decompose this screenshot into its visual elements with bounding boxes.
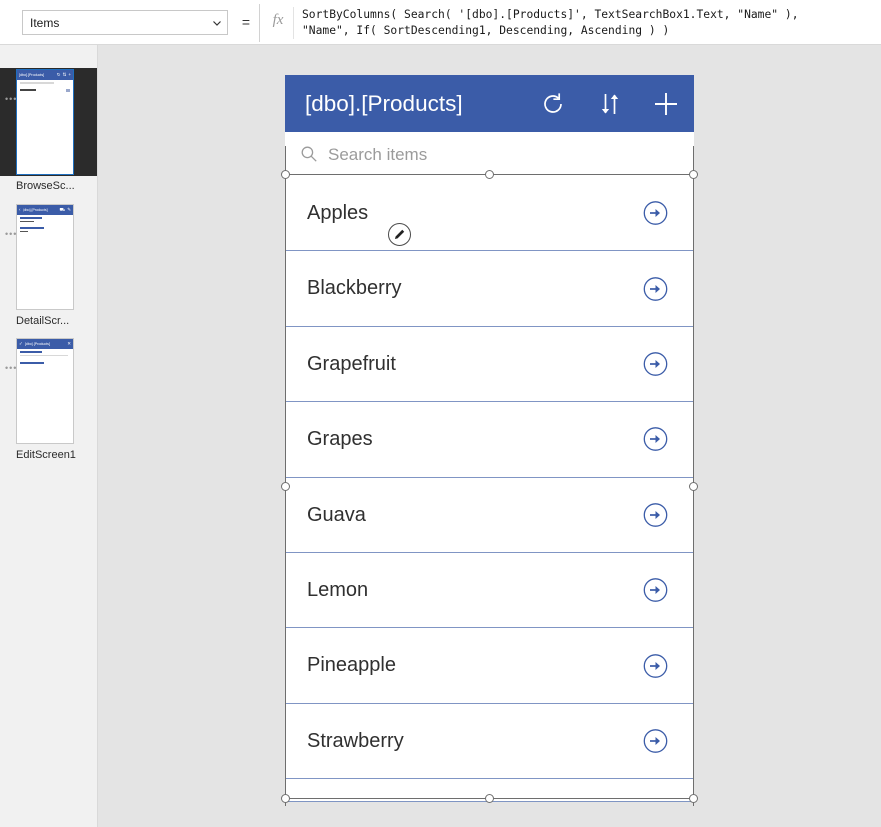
gallery-item-label: Pineapple xyxy=(307,654,396,677)
pencil-circle-icon[interactable] xyxy=(388,223,411,246)
formula-bar: Items = fx SortByColumns( Search( '[dbo]… xyxy=(0,0,881,45)
thumb-header: ✓ [dbo].[Products] ✕ xyxy=(17,339,73,349)
thumb-sort-icon: ⇅ xyxy=(62,72,67,77)
thumb-refresh-icon: ↻ xyxy=(56,72,61,77)
thumb-title: [dbo].[Products] xyxy=(24,342,50,346)
refresh-icon xyxy=(544,93,562,113)
gallery-item[interactable]: Apples xyxy=(286,176,693,252)
thumb-edit-icon: ✎ xyxy=(67,207,71,212)
thumb-trash-icon: ⛟ xyxy=(59,207,66,212)
thumb-header: ‹ [dbo].[Products] ⛟ ✎ xyxy=(17,205,73,215)
gallery-item[interactable]: Pineapple xyxy=(286,628,693,704)
thumb-back-icon: ‹ xyxy=(19,207,21,212)
thumb-field-label xyxy=(20,217,42,219)
resize-handle-top-right[interactable] xyxy=(689,170,698,179)
screen-label-browsescreen: BrowseSc... xyxy=(16,180,75,192)
resize-handle-bottom-center[interactable] xyxy=(485,794,494,803)
thumb-field-label xyxy=(20,362,44,364)
thumb-check-icon: ✓ xyxy=(19,341,23,346)
thumb-body xyxy=(17,215,73,236)
screen-label-editscreen: EditScreen1 xyxy=(16,449,76,461)
thumb-body xyxy=(17,80,73,97)
screen-label-detailscreen: DetailScr... xyxy=(16,315,70,327)
gallery-item-label: Apples xyxy=(307,202,369,224)
gallery-item-label: Guava xyxy=(307,503,366,526)
gallery-item[interactable]: Guava xyxy=(286,478,693,553)
gallery-item-label: Blackberry xyxy=(307,277,402,300)
gallery-item-label: Grapes xyxy=(307,428,373,451)
gallery-item[interactable]: Strawberry xyxy=(286,704,693,780)
arrow-right-circle-icon[interactable] xyxy=(643,276,668,301)
resize-handle-bottom-left[interactable] xyxy=(281,794,290,803)
arrow-right-circle-icon[interactable] xyxy=(643,653,668,678)
sort-icon xyxy=(601,94,619,114)
arrow-right-circle-icon[interactable] xyxy=(643,351,668,376)
thumb-cancel-icon: ✕ xyxy=(67,341,71,346)
selection-border-left xyxy=(285,146,286,806)
pencil-icon xyxy=(394,229,405,240)
phone-frame: [dbo].[Products] Search items Apples Bla… xyxy=(285,75,694,802)
gallery[interactable]: Apples Blackberry Grapefruit Grapes Guav… xyxy=(285,176,694,802)
equals-sign: = xyxy=(241,14,251,30)
arrow-right-circle-icon[interactable] xyxy=(643,728,668,753)
thumb-body xyxy=(17,349,73,368)
screens-pane: ••• [dbo].[Products] ↻ ⇅ + BrowseSc... •… xyxy=(0,45,98,827)
app-header: [dbo].[Products] xyxy=(285,75,694,132)
property-select-label: Items xyxy=(30,15,60,30)
add-button[interactable] xyxy=(652,90,680,118)
gallery-item-label: Strawberry xyxy=(307,729,404,752)
screen-thumbnail-editscreen[interactable]: ✓ [dbo].[Products] ✕ xyxy=(16,338,74,444)
arrow-right-circle-icon[interactable] xyxy=(643,427,668,452)
search-icon xyxy=(301,146,317,162)
selection-border-right xyxy=(693,146,694,806)
formula-input-area[interactable]: fx SortByColumns( Search( '[dbo].[Produc… xyxy=(259,4,881,42)
plus-icon xyxy=(655,93,677,115)
app-title: [dbo].[Products] xyxy=(305,91,463,116)
gallery-item[interactable]: Blackberry xyxy=(286,251,693,327)
thumb-search-line xyxy=(20,82,54,84)
resize-handle-top-left[interactable] xyxy=(281,170,290,179)
arrow-right-circle-icon[interactable] xyxy=(643,578,668,603)
search-input[interactable] xyxy=(326,132,680,178)
thumb-add-icon: + xyxy=(68,72,71,77)
sort-button[interactable] xyxy=(596,90,624,118)
thumb-field-label xyxy=(20,351,42,353)
thumb-field-input xyxy=(20,354,68,357)
resize-handle-top-center[interactable] xyxy=(485,170,494,179)
arrow-right-circle-icon[interactable] xyxy=(643,502,668,527)
thumb-title: [dbo].[Products] xyxy=(22,208,48,212)
fx-icon: fx xyxy=(272,12,284,28)
gallery-item[interactable]: Lemon xyxy=(286,553,693,629)
resize-handle-bottom-right[interactable] xyxy=(689,794,698,803)
gallery-item-label: Lemon xyxy=(307,578,369,601)
thumb-field-value xyxy=(20,220,34,223)
resize-handle-middle-right[interactable] xyxy=(689,482,698,491)
formula-text[interactable]: SortByColumns( Search( '[dbo].[Products]… xyxy=(293,7,881,39)
screen-thumbnail-browsescreen[interactable]: [dbo].[Products] ↻ ⇅ + xyxy=(16,69,74,175)
thumb-row xyxy=(20,88,70,92)
gallery-item[interactable]: Grapes xyxy=(286,402,693,478)
chevron-down-icon xyxy=(213,20,221,26)
gallery-item[interactable]: Grapefruit xyxy=(286,327,693,403)
screen-thumbnail-detailscreen[interactable]: ‹ [dbo].[Products] ⛟ ✎ xyxy=(16,204,74,310)
refresh-button[interactable] xyxy=(539,90,567,118)
resize-handle-middle-left[interactable] xyxy=(281,482,290,491)
gallery-item-label: Grapefruit xyxy=(307,352,396,375)
property-select[interactable]: Items xyxy=(22,10,228,35)
arrow-right-circle-icon[interactable] xyxy=(643,201,668,226)
thumb-field-label xyxy=(20,227,44,229)
thumb-header: [dbo].[Products] ↻ ⇅ + xyxy=(17,70,73,80)
app-canvas: [dbo].[Products] Search items Apples Bla… xyxy=(98,45,881,827)
thumb-field-value xyxy=(20,230,28,233)
thumb-title: [dbo].[Products] xyxy=(19,73,45,77)
